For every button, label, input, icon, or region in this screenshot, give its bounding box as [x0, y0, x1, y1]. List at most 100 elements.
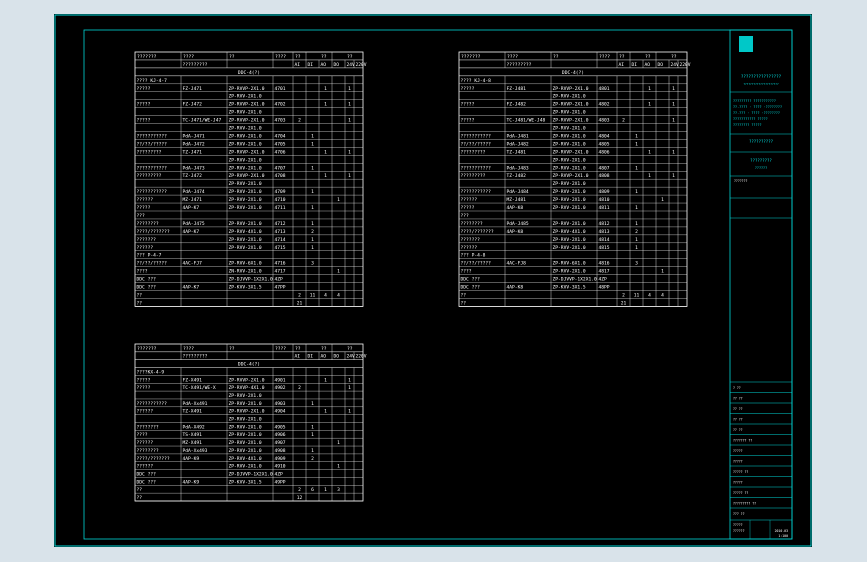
table-header-cell: ?? [229, 346, 235, 352]
table-cell: 1 [635, 133, 638, 139]
table-subheader-cell: DO [334, 354, 340, 360]
table-subheader-cell: 24V [347, 354, 356, 360]
table-cell: 1 [348, 377, 351, 383]
table-cell: ZP-RVV-2X1.0 [553, 245, 586, 251]
table-cell: ZP-RVVP-2X1.0 [553, 118, 589, 124]
table-cell: 4904 [275, 409, 286, 415]
table-cell: 4AP-K7 [183, 285, 200, 291]
table-cell: ZP-RVVP-2X1.0 [229, 409, 265, 415]
table-cell: TZ-J472 [183, 173, 203, 179]
table-cell: FZ-J482 [507, 102, 527, 108]
table-cell: ?????? [461, 197, 478, 203]
table-cell: 1 [348, 149, 351, 155]
table-header-cell: ?? [347, 54, 353, 60]
table-cell: 3 [635, 261, 638, 267]
table-cell: 4711 [275, 205, 286, 211]
table-cell: 4ZP [275, 277, 284, 283]
table-cell: ????KX-4-9 [137, 369, 165, 375]
table-subheader-cell: AI [295, 62, 301, 68]
table-subheader-cell: 24V [671, 62, 680, 68]
table-cell: ZP-RVV-4X1.0 [229, 456, 262, 462]
table-cell: ????/??????? [137, 456, 170, 462]
table-header-cell: ???? [275, 346, 286, 352]
table-cell: TC-J471/WE-J47 [183, 118, 222, 124]
table-header-cell: ???? [599, 54, 610, 60]
table-cell: 2 [311, 456, 314, 462]
table-cell: 1 [311, 245, 314, 251]
table-cell: ZP-DJVVP-1X2X1.0 [229, 277, 273, 283]
table-cell: 4803 [599, 118, 610, 124]
table-cell: ZP-KVV-3X1.5 [553, 285, 586, 291]
table-cell: PdA-J485 [507, 221, 529, 227]
table-cell: MZ-X491 [183, 440, 203, 446]
company-logo [739, 36, 753, 52]
signature-row-text: ????? [733, 449, 743, 453]
table-header-cell: ?? [671, 54, 677, 60]
table-cell: ????? [137, 377, 151, 383]
table-cell: ????? [461, 118, 475, 124]
table-cell: ZN-RVV-2X1.0 [229, 269, 262, 275]
signature-row-text: ????? [733, 481, 743, 485]
table-subheader-cell: DI [308, 62, 314, 68]
table-cell: 4AP-K8 [507, 285, 524, 291]
sheet-info: ?????? [733, 529, 745, 533]
table-cell: 4907 [275, 440, 286, 446]
table-cell: FZ-J471 [183, 86, 203, 92]
table-cell: PdA-X492 [183, 424, 205, 430]
table-cell: 4909 [275, 456, 286, 462]
table-cell: ZP-RVV-2X1.0 [553, 126, 586, 132]
table-header-cell: ??????? [137, 346, 157, 352]
table-cell: ZP-RVVP-2X1.0 [229, 149, 265, 155]
table-cell: ZP-DJVVP-1X2X1.0 [553, 277, 597, 283]
table-cell: 4812 [599, 221, 610, 227]
project-subtitle: ?????? [755, 166, 767, 170]
table-subheader-cell: AI [295, 354, 301, 360]
table-cell: 2 [622, 118, 625, 124]
table-cell: ZP-RVVP-2X1.0 [553, 173, 589, 179]
table-cell: ?????? [137, 197, 154, 203]
table-cell: 4704 [275, 133, 286, 139]
table-cell: ??????????? [461, 133, 492, 139]
table-cell: 1 [672, 118, 675, 124]
table-cell: 4 [337, 292, 340, 298]
table-cell: PdA-J475 [183, 221, 205, 227]
table-cell: 1 [311, 448, 314, 454]
table-cell: ?????? [137, 440, 154, 446]
table-cell: 4705 [275, 141, 286, 147]
table-subheader-cell: 24V [347, 62, 356, 68]
table-cell: ZP-RVV-2X1.0 [553, 205, 586, 211]
table-cell: DDC ??? [461, 277, 481, 283]
table-cell: 4807 [599, 165, 610, 171]
signature-row-text: ??????? ?? [733, 439, 752, 443]
table-cell: MZ-J471 [183, 197, 203, 203]
table-cell: PdA-J484 [507, 189, 529, 195]
table-cell: 4AP-K9 [183, 479, 200, 485]
table-cell: 1 [635, 221, 638, 227]
table-cell: 4903 [275, 401, 286, 407]
table-cell: 1 [311, 189, 314, 195]
drawing-scale: 1:100 [778, 534, 788, 538]
table-header-cell: ?? [321, 346, 327, 352]
table-cell: 1 [635, 189, 638, 195]
table-cell: 4AC-FJ7 [183, 261, 203, 267]
table-cell: ???? [137, 269, 148, 275]
table-cell: 1 [648, 149, 651, 155]
table-cell: 4AP-K7 [183, 229, 200, 235]
table-cell: ????????? [461, 149, 486, 155]
table-cell: ZP-RVV-2X1.0 [229, 133, 262, 139]
table-cell: 1 [337, 464, 340, 470]
table-cell: 1 [311, 432, 314, 438]
table-cell: ZP-RVV-2X1.0 [229, 165, 262, 171]
table-header-cell: ???? [183, 346, 194, 352]
table-cell: ZP-RVV-2X1.0 [229, 181, 262, 187]
table-cell: ??? [461, 213, 470, 219]
table-cell: ????????? [461, 173, 486, 179]
table-cell: 1 [348, 173, 351, 179]
table-cell: ZP-RVV-2X1.0 [229, 464, 262, 470]
table-cell: 4707 [275, 165, 286, 171]
table-cell: ?? [137, 495, 143, 501]
table-subheader-cell: AO [321, 62, 327, 68]
company-name: ???????????????? [741, 74, 782, 79]
table-header-cell: ???? [183, 54, 194, 60]
table-cell: ??????????? [461, 189, 492, 195]
